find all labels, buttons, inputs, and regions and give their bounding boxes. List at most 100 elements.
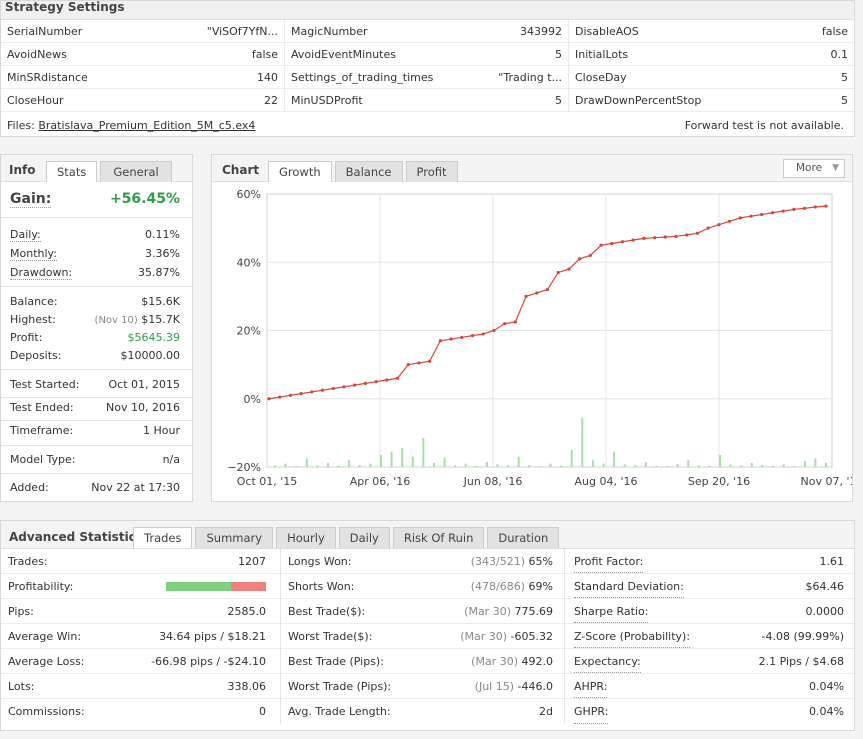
stat-value: -66.98 pips / -$24.10 [151, 655, 266, 668]
stat-key: GHPR: [574, 699, 609, 724]
growth-point [492, 328, 496, 333]
trade-bar [655, 465, 658, 467]
monthly-label: Monthly: [10, 247, 57, 261]
tab-growth[interactable]: Growth [268, 161, 332, 182]
started-label: Test Started: [10, 378, 80, 391]
trade-bar [507, 465, 510, 467]
growth-point [588, 253, 592, 258]
more-label: More [796, 162, 823, 174]
settings-grid: SerialNumber "ViSOf7YfN... MagicNumber 343… [1, 20, 854, 112]
tab-daily[interactable]: Daily [338, 527, 390, 548]
growth-point [610, 241, 614, 246]
trade-bar [443, 457, 446, 467]
chevron-down-icon: ▼ [832, 163, 839, 173]
tab-general[interactable]: General [100, 161, 172, 182]
settings-row: CloseHour 22 MinUSDProfit 5 DrawDownPercen… [1, 89, 854, 112]
trade-bar [475, 465, 478, 467]
stat-value: 2d [539, 705, 553, 718]
tab-stats[interactable]: Stats [46, 161, 98, 182]
more-dropdown[interactable]: More ▼ [783, 159, 845, 178]
deposits-label: Deposits: [10, 349, 62, 362]
stat-key: Pips: [8, 605, 34, 618]
ended-label: Test Ended: [10, 401, 74, 414]
stat-value: 0.0000 [805, 605, 845, 618]
growth-point [642, 236, 646, 240]
setting-key: InitialLots [575, 48, 629, 61]
stats-column-2: Longs Won: (343/521) 65% Shorts Won: (478/… [281, 549, 565, 724]
growth-point [374, 380, 378, 384]
advanced-grid: Trades: 1207 Profitability: Pips: 2585.0 A… [1, 549, 854, 724]
profitability-bar [166, 582, 266, 591]
growth-chart[interactable]: 60% 40% 20% 0% −20%Oct 01, '15 Apr 06, '16 Jun… [212, 183, 852, 501]
tab-profit[interactable]: Profit [405, 161, 458, 182]
setting-cell: CloseHour 22 [1, 89, 285, 111]
gain-label: Gain: [10, 191, 52, 208]
added-row: Added: Nov 22 at 17:30 [10, 481, 180, 494]
strategy-settings-title: Strategy Settings [1, 1, 854, 20]
trade-bar [793, 465, 796, 467]
trade-bar [496, 464, 499, 467]
setting-cell: InitialLots 0.1 [569, 43, 854, 65]
ended-value: Nov 10, 2016 [106, 401, 180, 414]
setting-cell: Settings_of_trading_times "Trading t... [285, 66, 569, 88]
info-title: Info [9, 163, 36, 177]
stat-value: 775.69 [514, 605, 554, 618]
stat-key: Shorts Won: [288, 580, 355, 593]
stat-value: 338.06 [227, 680, 267, 693]
stat-row: Worst Trade($): (Mar 30) -605.32 [281, 624, 564, 649]
growth-point [470, 334, 475, 338]
tab-risk-of-ruin[interactable]: Risk Of Ruin [392, 527, 485, 548]
forward-test-note: Forward test is not available. [684, 119, 844, 132]
trade-bar [634, 465, 637, 467]
stat-key: Average Win: [8, 630, 82, 643]
tab-hourly[interactable]: Hourly [276, 527, 336, 548]
advanced-statistics-panel: Advanced Statistics Trades Summary Hourl… [0, 520, 855, 731]
trade-bar [772, 465, 775, 467]
stat-key: Longs Won: [288, 555, 352, 568]
setting-cell: MinUSDProfit 5 [285, 89, 569, 111]
setting-key: MinUSDProfit [291, 94, 363, 107]
stat-row: Standard Deviation: $64.46 [565, 574, 854, 599]
trade-bar [358, 464, 361, 467]
tab-duration[interactable]: Duration [487, 527, 560, 548]
stat-value: -605.32 [510, 630, 553, 643]
stat-meta: (343/521) [470, 555, 526, 568]
growth-point [770, 211, 775, 215]
setting-value: 0.1 [830, 48, 849, 61]
stat-key: Avg. Trade Length: [288, 705, 391, 718]
setting-value: false [251, 48, 278, 61]
stat-row: Best Trade (Pips): (Mar 30) 492.0 [281, 649, 564, 674]
trade-bar [485, 461, 488, 467]
stat-row: Lots: 338.06 [1, 674, 280, 699]
trade-bar [602, 463, 605, 467]
tab-balance[interactable]: Balance [334, 161, 403, 182]
growth-point [481, 332, 485, 336]
trade-bar [274, 465, 276, 467]
tab-trades[interactable]: Trades [133, 527, 193, 548]
stat-value: 1.61 [819, 555, 845, 568]
trade-bar [337, 465, 340, 467]
tab-summary[interactable]: Summary [195, 527, 274, 548]
trade-bar [719, 455, 722, 467]
stat-value: -446.0 [517, 680, 553, 693]
x-tick-label: Jun 08, '16 [463, 475, 523, 488]
growth-point [320, 388, 325, 392]
trade-bar [581, 417, 584, 467]
growth-point [567, 267, 571, 271]
growth-point [717, 223, 721, 227]
stat-key: Best Trade($): [288, 605, 366, 618]
growth-point [685, 233, 689, 237]
setting-key: DisableAOS [575, 25, 639, 38]
growth-point [802, 206, 807, 210]
trade-bar [644, 461, 647, 467]
file-link[interactable]: Bratislava_Premium_Edition_5M_c5.ex4 [38, 119, 255, 132]
trade-bar [697, 465, 700, 467]
stat-key: Profitability: [8, 580, 74, 593]
trade-bar [411, 456, 414, 467]
balance-label: Balance: [10, 295, 58, 308]
stat-key: Profit Factor: [574, 549, 644, 573]
stat-meta: (Mar 30) [460, 630, 508, 643]
trade-bar [379, 455, 382, 467]
stat-key: Standard Deviation: [574, 574, 684, 598]
stat-value: 492.0 [521, 655, 554, 668]
